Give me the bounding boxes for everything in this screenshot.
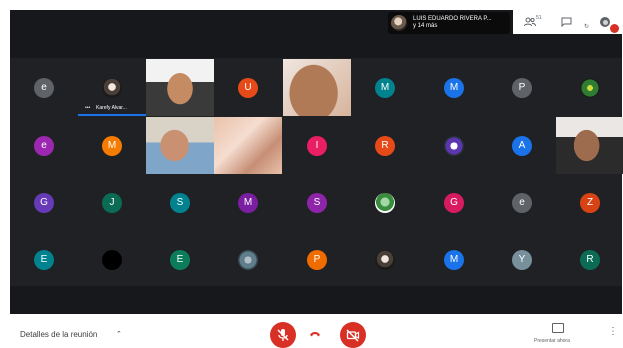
participant-avatar: E [170,249,190,270]
participant-tile[interactable]: Z [556,174,623,231]
participant-tile[interactable] [78,231,146,288]
chat-icon[interactable] [561,17,572,29]
participant-tile[interactable]: M [214,174,282,231]
participant-avatar [444,135,464,156]
participant-video [556,117,623,174]
participant-tile[interactable]: E [10,231,78,288]
participant-avatar: M [375,77,395,98]
participant-tile[interactable]: G [420,174,488,231]
participant-avatar: M [444,77,464,98]
participant-tile[interactable]: A [488,117,556,174]
participant-tile[interactable]: S [146,174,214,231]
participant-tile[interactable]: Y [488,231,556,288]
participant-avatar: P [307,249,327,270]
mic-off-icon [277,329,289,341]
hang-up-button[interactable] [309,330,321,341]
participant-tile[interactable]: E [146,231,214,288]
participant-avatar: M [102,135,122,156]
participant-avatar: e [34,77,54,98]
people-count: 51 [536,15,542,21]
participant-tile[interactable]: I [283,117,351,174]
participant-tile[interactable]: e [10,59,78,116]
participant-tile[interactable] [351,174,419,231]
presenter-name: LUIS EDUARDO RIVERA P... [413,16,492,22]
people-icon[interactable] [524,17,536,29]
participant-tile[interactable]: P [488,59,556,116]
present-screen-icon[interactable] [552,323,564,333]
participant-avatar: P [512,77,532,98]
participant-tile[interactable]: U [214,59,282,116]
muted-indicator [610,24,619,33]
participant-video [146,117,214,174]
participant-tile[interactable] [146,59,214,116]
microphone-button[interactable] [270,322,296,348]
participant-avatar [238,249,258,270]
presenter-avatar [391,15,407,31]
camera-off-icon [346,329,360,342]
participant-tile[interactable]: M [420,59,488,116]
activities-icon[interactable]: ↻ [584,23,589,30]
audio-level-icon: ••• [85,105,91,111]
participant-tile[interactable]: e [10,117,78,174]
participant-avatar: R [375,135,395,156]
participant-tile[interactable]: ••• Karefy Alvar... [78,59,146,116]
participant-avatar: R [580,249,600,270]
participant-tile[interactable]: M [420,231,488,288]
camera-button[interactable] [340,322,366,348]
participant-avatar [580,77,600,98]
speaking-indicator [78,114,146,116]
presenter-indicator[interactable]: LUIS EDUARDO RIVERA P... y 14 más [388,12,510,34]
participant-avatar: M [238,192,258,213]
participant-tile[interactable]: M [78,117,146,174]
participant-avatar [375,249,395,270]
participant-video [146,59,214,116]
participant-avatar: E [34,249,54,270]
participant-avatar: G [444,192,464,213]
participant-avatar: A [512,135,532,156]
participant-avatar: e [34,135,54,156]
participant-avatar: G [34,192,54,213]
participant-avatar [102,249,122,270]
stage-bottom-band [10,286,622,314]
participant-avatar: e [512,192,532,213]
participant-tile[interactable]: M [351,59,419,116]
presenter-others: y 14 más [413,23,438,29]
participant-tile[interactable] [351,231,419,288]
participant-tile[interactable] [146,117,214,174]
participant-tile[interactable]: R [351,117,419,174]
participant-avatar: I [307,135,327,156]
participant-tile[interactable]: P [283,231,351,288]
participant-tile[interactable] [283,59,351,116]
participant-tile[interactable]: S [283,174,351,231]
participant-avatar: J [102,192,122,213]
meeting-details-button[interactable]: Detalles de la reunión [20,330,97,339]
participant-tile[interactable] [214,231,282,288]
participant-tile[interactable]: R [556,231,623,288]
participant-avatar: U [238,77,258,98]
participant-avatar: M [444,249,464,270]
participant-avatar [375,192,395,213]
participant-tile[interactable] [420,117,488,174]
participant-tile[interactable]: J [78,174,146,231]
participant-avatar: Y [512,249,532,270]
participant-avatar: S [307,192,327,213]
participant-avatar: S [170,192,190,213]
participant-video [214,117,282,174]
participant-avatar: Z [580,192,600,213]
participant-video [283,59,351,116]
participant-tile[interactable] [214,117,282,174]
phone-hangup-icon [310,332,320,337]
participant-namebar: ••• Karefy Alvar... [78,103,146,113]
participant-tile[interactable]: G [10,174,78,231]
more-options-icon[interactable]: ⋮ [608,326,618,337]
participant-tile[interactable] [556,59,623,116]
participant-avatar [102,77,122,98]
participant-tile[interactable] [556,117,623,174]
participant-name: Karefy Alvar... [96,105,127,111]
participant-tile[interactable]: e [488,174,556,231]
present-now-button[interactable]: Presentar ahora [534,338,570,344]
chevron-up-icon[interactable]: ⌃ [116,330,122,338]
